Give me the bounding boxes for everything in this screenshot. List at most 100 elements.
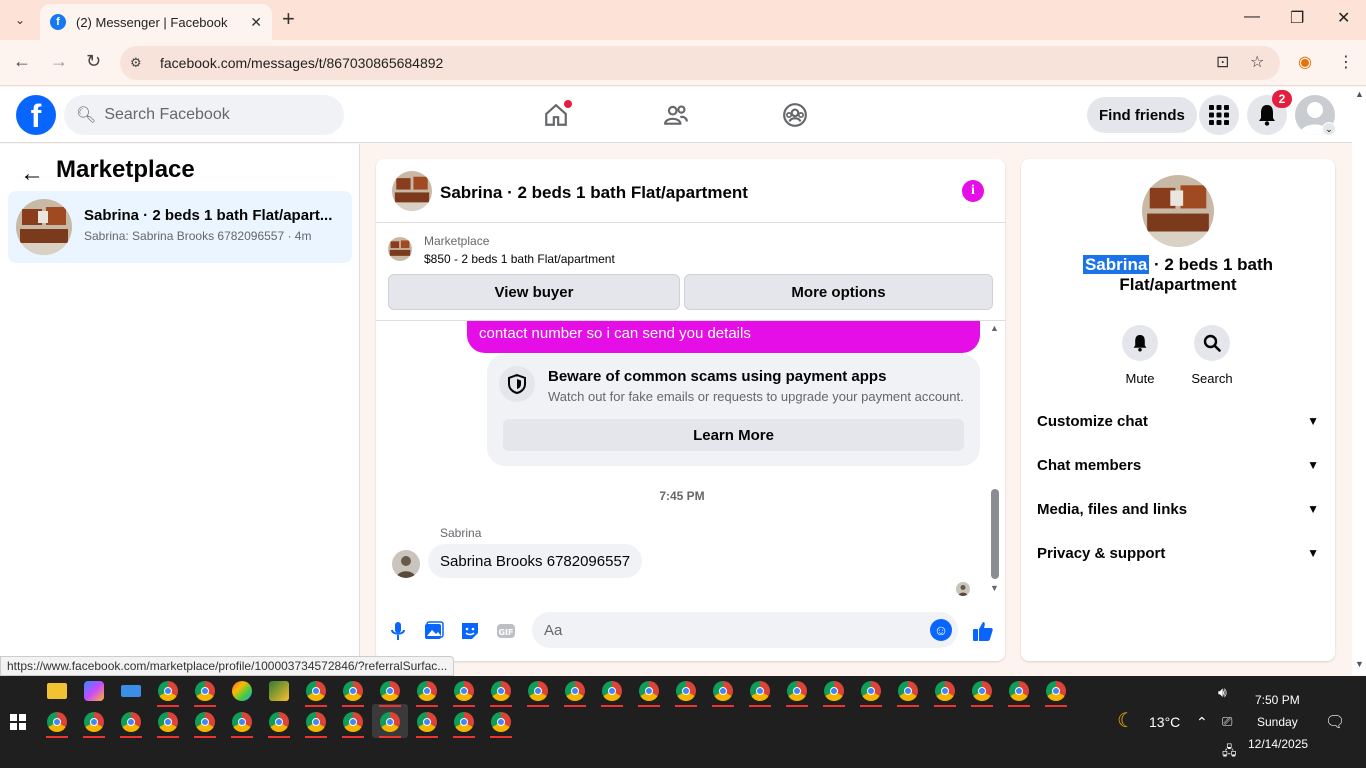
- paint-app-icon[interactable]: [232, 681, 252, 701]
- chat-scrollbar[interactable]: ▲ ▼: [988, 321, 1002, 597]
- volume-icon[interactable]: 🔊︎: [1218, 684, 1227, 701]
- learn-more-button[interactable]: Learn More: [503, 419, 964, 451]
- chrome-icon[interactable]: [269, 712, 289, 732]
- chrome-icon[interactable]: [898, 681, 918, 701]
- bell-icon[interactable]: [1122, 325, 1158, 361]
- like-thumbs-up-icon[interactable]: [971, 619, 995, 643]
- chrome-icon[interactable]: [343, 712, 363, 732]
- chrome-icon[interactable]: [306, 712, 326, 732]
- chrome-icon[interactable]: [232, 712, 252, 732]
- more-options-button[interactable]: More options: [684, 274, 993, 310]
- chrome-icon[interactable]: [158, 681, 178, 701]
- magnifier-icon[interactable]: [1194, 325, 1230, 361]
- clock-time[interactable]: 7:50 PM: [1255, 693, 1300, 707]
- app-icon[interactable]: [269, 681, 289, 701]
- chrome-icon[interactable]: [713, 681, 733, 701]
- back-icon[interactable]: ←: [13, 51, 31, 72]
- info-icon[interactable]: i: [962, 180, 984, 202]
- chrome-icon[interactable]: [454, 712, 474, 732]
- reload-icon[interactable]: ↻: [86, 51, 101, 72]
- profile-icon[interactable]: ◉: [1298, 52, 1312, 72]
- weather-moon-icon[interactable]: ☾: [1117, 708, 1135, 733]
- tab-close-icon[interactable]: ✕: [250, 14, 262, 31]
- incoming-message[interactable]: Sabrina Brooks 6782096557: [428, 544, 643, 578]
- chrome-icon[interactable]: [343, 681, 363, 701]
- chrome-icon[interactable]: [861, 681, 881, 701]
- facebook-search[interactable]: 🔍︎: [64, 95, 344, 135]
- network-icon[interactable]: 🖧︎: [1222, 742, 1237, 764]
- account-chevron-down-icon[interactable]: ⌄: [1322, 122, 1336, 136]
- chrome-icon[interactable]: [454, 681, 474, 701]
- chrome-icon[interactable]: [380, 712, 400, 732]
- site-info-icon[interactable]: ⚙: [130, 55, 148, 71]
- chrome-icon[interactable]: [121, 712, 141, 732]
- mute-action[interactable]: Mute: [1110, 325, 1170, 386]
- copilot-icon[interactable]: [84, 681, 104, 701]
- chrome-icon[interactable]: [824, 681, 844, 701]
- customize-chat-row[interactable]: Customize chat ▼: [1037, 399, 1319, 443]
- chrome-icon[interactable]: [639, 681, 659, 701]
- browser-tab[interactable]: f (2) Messenger | Facebook ✕: [40, 4, 272, 40]
- search-action[interactable]: Search: [1182, 325, 1242, 386]
- browser-menu-icon[interactable]: ⋮: [1338, 52, 1354, 72]
- chrome-icon[interactable]: [195, 681, 215, 701]
- chrome-icon[interactable]: [380, 681, 400, 701]
- chrome-icon[interactable]: [1009, 681, 1029, 701]
- gif-icon[interactable]: GIF: [494, 619, 518, 643]
- chrome-icon[interactable]: [602, 681, 622, 701]
- chrome-icon[interactable]: [158, 712, 178, 732]
- scroll-down-icon[interactable]: ▼: [990, 583, 999, 593]
- file-explorer-icon[interactable]: [47, 683, 67, 699]
- find-friends-button[interactable]: Find friends: [1087, 97, 1197, 133]
- chrome-icon[interactable]: [491, 712, 511, 732]
- restore-icon[interactable]: ❐: [1290, 8, 1304, 28]
- chat-listing-thumbnail[interactable]: [392, 171, 432, 211]
- sticker-icon[interactable]: [458, 619, 482, 643]
- chrome-icon[interactable]: [417, 712, 437, 732]
- chrome-icon[interactable]: [676, 681, 696, 701]
- menu-grid-icon[interactable]: [1199, 95, 1239, 135]
- scroll-up-icon[interactable]: ▲: [990, 323, 999, 333]
- facebook-search-input[interactable]: [104, 106, 325, 124]
- facebook-logo-icon[interactable]: f: [16, 95, 56, 135]
- weather-temp[interactable]: 13°C: [1149, 714, 1180, 730]
- microphone-icon[interactable]: [386, 619, 410, 643]
- scrollbar-thumb[interactable]: [991, 489, 999, 579]
- chrome-icon[interactable]: [417, 681, 437, 701]
- chrome-icon[interactable]: [84, 712, 104, 732]
- groups-icon[interactable]: [781, 101, 809, 129]
- chrome-icon[interactable]: [935, 681, 955, 701]
- page-scrollbar[interactable]: ▲ ▼: [1352, 87, 1366, 675]
- address-bar[interactable]: ⚙ facebook.com/messages/t/86703086568489…: [120, 46, 1280, 80]
- friends-icon[interactable]: [662, 101, 690, 129]
- bookmark-star-icon[interactable]: ☆: [1250, 52, 1264, 72]
- notification-center-icon[interactable]: 🗨︎: [1325, 712, 1345, 732]
- clock-day[interactable]: Sunday: [1257, 715, 1298, 729]
- keyboard-icon[interactable]: [121, 685, 141, 697]
- clock-date[interactable]: 12/14/2025: [1248, 737, 1308, 751]
- chrome-icon[interactable]: [972, 681, 992, 701]
- listing-price-title[interactable]: $850 - 2 beds 1 bath Flat/apartment: [424, 252, 615, 266]
- chat-title[interactable]: Sabrina · 2 beds 1 bath Flat/apartment: [440, 183, 748, 203]
- chrome-icon[interactable]: [1046, 681, 1066, 701]
- chrome-icon[interactable]: [528, 681, 548, 701]
- privacy-support-row[interactable]: Privacy & support ▼: [1037, 531, 1319, 575]
- tray-chevron-up-icon[interactable]: ⌃: [1196, 714, 1208, 731]
- outgoing-message[interactable]: contact number so i can send you details: [467, 321, 980, 353]
- windows-start-icon[interactable]: [10, 714, 26, 730]
- forward-icon[interactable]: →: [50, 51, 68, 72]
- message-input[interactable]: [544, 621, 904, 639]
- sender-avatar[interactable]: [392, 550, 420, 578]
- chrome-icon[interactable]: [565, 681, 585, 701]
- chrome-icon[interactable]: [306, 681, 326, 701]
- media-files-links-row[interactable]: Media, files and links ▼: [1037, 487, 1319, 531]
- new-tab-icon[interactable]: +: [282, 8, 295, 30]
- back-arrow-icon[interactable]: ←: [20, 160, 44, 188]
- conversation-item[interactable]: Sabrina · 2 beds 1 bath Flat/apart... Sa…: [8, 191, 352, 263]
- chrome-icon[interactable]: [750, 681, 770, 701]
- install-app-icon[interactable]: ⊡: [1216, 52, 1229, 72]
- chat-members-row[interactable]: Chat members ▼: [1037, 443, 1319, 487]
- minimize-icon[interactable]: —: [1244, 8, 1260, 26]
- chrome-icon[interactable]: [47, 712, 67, 732]
- meet-now-icon[interactable]: ⎚: [1222, 714, 1232, 730]
